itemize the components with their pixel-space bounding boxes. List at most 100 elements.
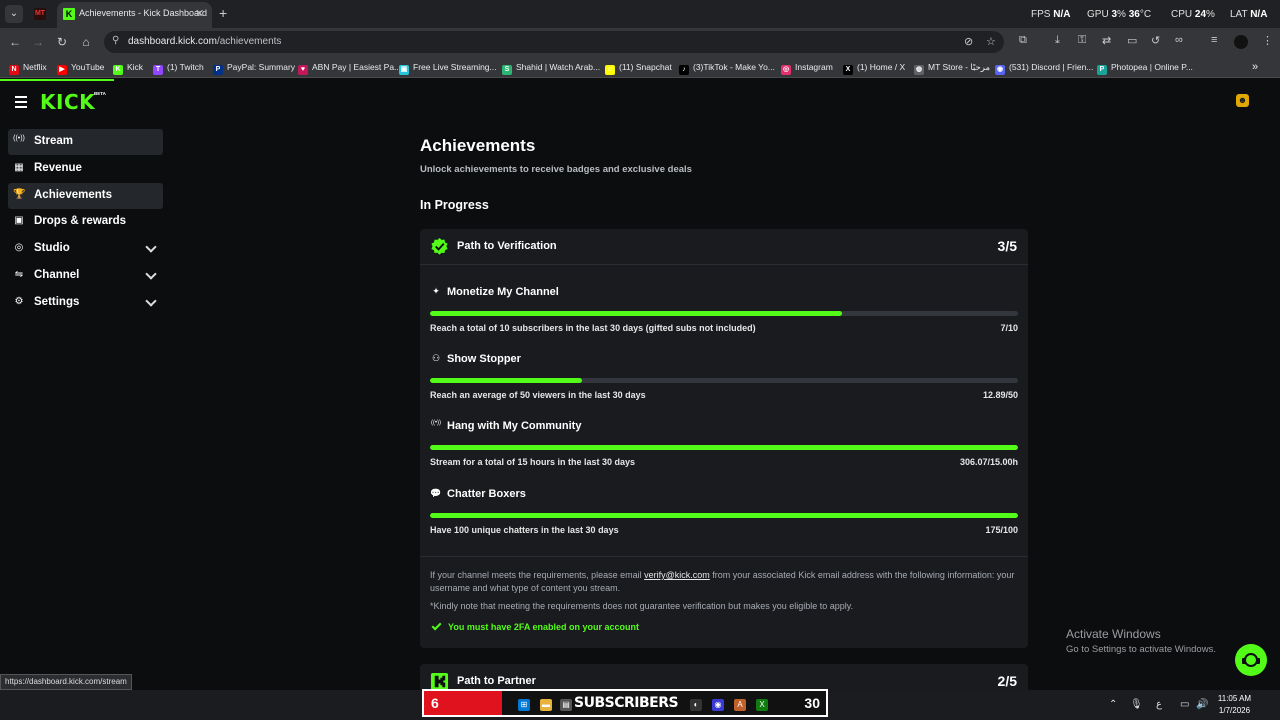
bookmark-label: (531) Discord | Frien... xyxy=(1009,62,1094,72)
bookmark-item[interactable]: S Shahid | Watch Arab... xyxy=(502,60,600,75)
beta-badge: BETA xyxy=(94,91,106,96)
github-icon[interactable]: ◐ xyxy=(690,699,702,711)
tab-close-icon[interactable]: ✕ xyxy=(195,7,204,20)
subscriber-goal-widget: 6 ⊞ ▬ ▤ SUBSCRIBERS ◐ ◉ A X 30 xyxy=(422,689,828,717)
verify-email-link[interactable]: verify@kick.com xyxy=(644,570,710,580)
activate-subtitle: Go to Settings to activate Windows. xyxy=(1066,644,1216,655)
bookmark-item[interactable]: ☺ (11) Snapchat xyxy=(605,60,672,75)
eye-off-icon[interactable]: ⊘ xyxy=(964,35,973,48)
tab-search-button[interactable]: ⌄ xyxy=(5,5,23,23)
discord-taskbar-icon[interactable]: ◉ xyxy=(712,699,724,711)
achievement-description: Reach an average of 50 viewers in the la… xyxy=(430,390,646,400)
reload-icon[interactable]: ↻ xyxy=(54,34,70,50)
file-explorer-icon[interactable]: ▬ xyxy=(540,699,552,711)
download-icon[interactable]: ⤓ xyxy=(1055,34,1060,47)
network-icon[interactable]: ▭ xyxy=(1180,699,1189,710)
windows-start-icon[interactable]: ⊞ xyxy=(518,699,530,711)
taskbar-app-icon-2[interactable]: A xyxy=(734,699,746,711)
trophy-icon: 🏆 xyxy=(13,188,26,200)
menu-kebab-icon[interactable]: ⋮ xyxy=(1262,34,1273,47)
sidebar-item-drops-rewards[interactable]: ▣ Drops & rewards xyxy=(8,209,163,235)
microphone-icon[interactable]: 🎙 xyxy=(1130,699,1143,710)
tab-favicon: MT xyxy=(34,8,46,20)
bookmark-item[interactable]: N Netflix xyxy=(9,60,47,75)
bookmarks-overflow-icon[interactable]: » xyxy=(1252,60,1258,74)
logo-wordmark: KICK xyxy=(40,90,96,114)
password-key-icon[interactable]: ⚿ xyxy=(1078,34,1086,47)
reading-list-icon[interactable]: ≡ xyxy=(1211,34,1217,46)
bookmark-item[interactable]: P Photopea | Online P... xyxy=(1097,60,1193,75)
bookmark-item[interactable]: K Kick xyxy=(113,60,143,75)
card-icon[interactable]: ▭ xyxy=(1127,34,1137,47)
gift-icon: ▣ xyxy=(14,215,24,227)
bookmark-item[interactable]: P PayPal: Summary xyxy=(213,60,296,75)
taskbar-app-icon[interactable]: ▤ xyxy=(560,699,572,711)
history-icon[interactable]: ↺ xyxy=(1151,34,1160,47)
bookmark-label: PayPal: Summary xyxy=(227,62,296,72)
paypal-icon: P xyxy=(213,65,223,75)
achievement-progress-fill xyxy=(430,311,842,316)
sidebar-item-channel[interactable]: ⇋ Channel xyxy=(8,263,163,289)
activate-title: Activate Windows xyxy=(1066,627,1161,641)
extensions-icon[interactable]: ⧉ xyxy=(1019,34,1027,47)
sidebar-item-label: Studio xyxy=(34,242,70,254)
system-clock[interactable]: 11:05 AM 1/7/2026 xyxy=(1212,693,1257,717)
chevron-down-icon[interactable] xyxy=(145,268,157,280)
bookmark-item[interactable]: ▶ YouTube xyxy=(57,60,104,75)
volume-icon[interactable]: 🔊 xyxy=(1196,699,1208,710)
verification-card: Path to Verification 3/5 ✦ Monetize My Ch… xyxy=(420,229,1028,648)
sidebar-item-stream[interactable]: ((•)) Stream xyxy=(8,129,163,155)
tray-overflow-icon[interactable]: ⌃ xyxy=(1109,699,1117,710)
browser-tab-active[interactable]: K Achievements - Kick Dashboard ✕ xyxy=(57,2,212,28)
bookmark-label: MT Store - مرحبًا xyxy=(928,62,991,72)
sidebar-item-settings[interactable]: ⚙ Settings xyxy=(8,290,163,316)
sidebar-item-revenue[interactable]: ▦ Revenue xyxy=(8,156,163,182)
support-chat-button[interactable] xyxy=(1235,644,1267,676)
forward-arrow-icon[interactable]: → xyxy=(30,34,46,50)
bookmark-item[interactable]: X (1) Home / X xyxy=(843,60,905,75)
channel-icon: ⇋ xyxy=(14,268,24,280)
section-heading-in-progress: In Progress xyxy=(420,198,489,212)
bookmark-label: (11) Snapchat xyxy=(619,62,672,72)
xbox-icon[interactable]: X xyxy=(756,699,768,711)
keyboard-language[interactable]: ع xyxy=(1156,699,1162,710)
site-info-icon[interactable]: ⚲ xyxy=(112,35,119,46)
profile-avatar[interactable] xyxy=(1234,35,1248,49)
achievement-progress-fill xyxy=(430,378,582,383)
chevron-down-icon[interactable] xyxy=(145,294,157,307)
bookmark-item[interactable]: ♥ ABN Pay | Easiest Pa... xyxy=(298,60,401,75)
bookmark-item[interactable]: ◍ MT Store - مرحبًا xyxy=(914,60,991,75)
address-bar[interactable]: ⚲ dashboard.kick.com/achievements ⊘ ☆ xyxy=(104,31,1004,53)
kick-favicon-icon: K xyxy=(63,8,75,20)
sidebar-item-studio[interactable]: ◎ Studio xyxy=(8,236,163,262)
bookmarks-bar: N Netflix ▶ YouTube K Kick T (1) Twitch P PayPal:… xyxy=(0,56,1280,78)
bookmark-star-icon[interactable]: ☆ xyxy=(986,35,996,48)
hamburger-menu-icon[interactable] xyxy=(15,96,27,108)
bookmark-item[interactable]: ♪ (3)TikTok - Make Yo... xyxy=(679,60,775,75)
bookmark-item[interactable]: T (1) Twitch xyxy=(153,60,204,75)
chat-icon: 💬 xyxy=(430,488,442,498)
verification-card-header[interactable]: Path to Verification 3/5 xyxy=(420,229,1028,265)
bookmark-label: Instagram xyxy=(795,62,833,72)
verification-card-title: Path to Verification xyxy=(457,240,557,252)
gear-icon: ⚙ xyxy=(14,295,24,307)
verification-info: If your channel meets the requirements, … xyxy=(420,556,1028,648)
home-icon[interactable]: ⌂ xyxy=(78,34,94,50)
streaming-icon: ▣ xyxy=(399,65,409,75)
link-icon[interactable]: ∞ xyxy=(1175,34,1183,46)
bookmark-item[interactable]: ◎ Instagram xyxy=(781,60,833,75)
youtube-icon: ▶ xyxy=(57,65,67,75)
sidebar-item-achievements[interactable]: 🏆 Achievements xyxy=(8,182,163,209)
achievement-description: Reach a total of 10 subscribers in the l… xyxy=(430,323,756,333)
achievement-progress-fill xyxy=(430,445,1018,450)
back-arrow-icon[interactable]: ← xyxy=(7,34,23,50)
new-tab-button[interactable]: + xyxy=(219,5,227,21)
bookmark-item[interactable]: ◉ (531) Discord | Frien... xyxy=(995,60,1094,75)
bookmark-item[interactable]: ▣ Free Live Streaming... xyxy=(399,60,497,75)
chevron-down-icon[interactable] xyxy=(145,241,157,253)
browser-tab-inactive[interactable]: MT xyxy=(30,5,50,23)
user-avatar[interactable]: ☻ xyxy=(1236,94,1249,107)
kick-logo[interactable]: KICK BETA xyxy=(40,90,106,114)
widget-number-box: 6 xyxy=(424,691,502,715)
translate-icon[interactable]: ⇄ xyxy=(1102,34,1111,47)
